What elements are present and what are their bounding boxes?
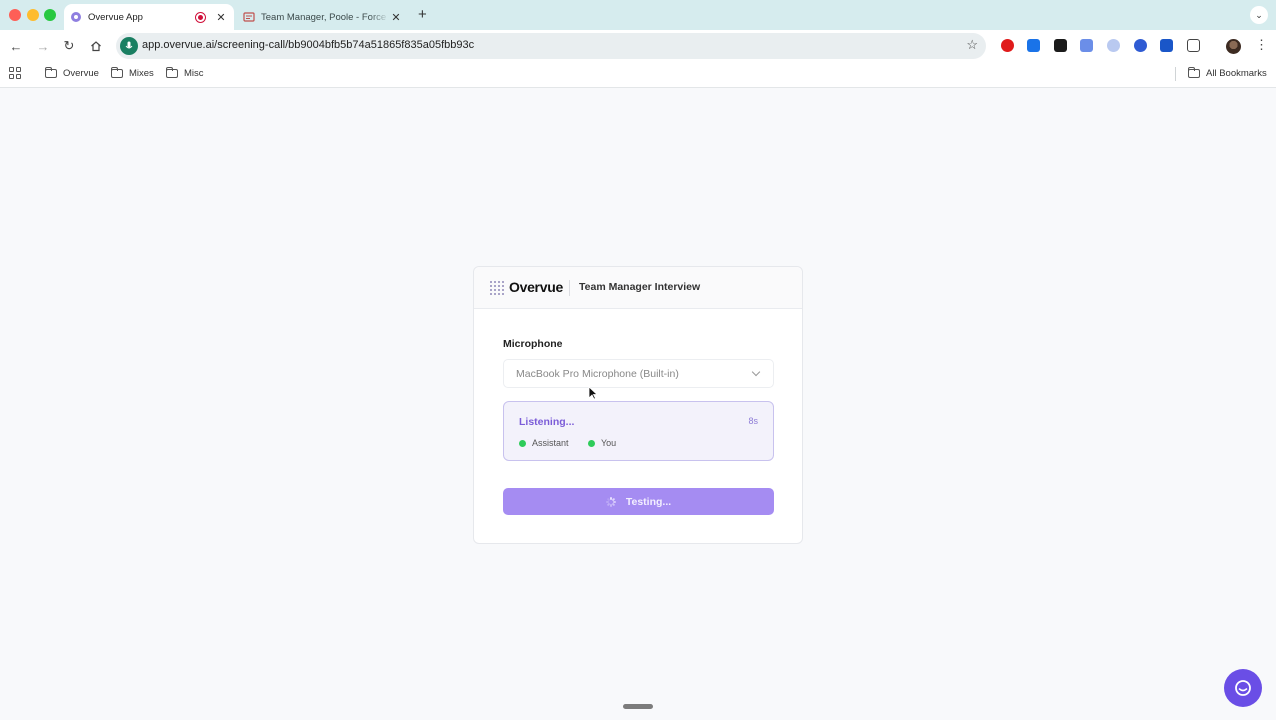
listening-panel: Listening... 8s Assistant You [503, 401, 774, 461]
home-icon[interactable] [88, 38, 104, 54]
url-text: app.overvue.ai/screening-call/bb9004bfb5… [142, 39, 475, 51]
listening-timer: 8s [748, 416, 758, 426]
microphone-select[interactable]: MacBook Pro Microphone (Built-in) [503, 359, 774, 388]
browser-toolbar: ← → ↻ app.overvue.ai/screening-call/bb90… [0, 30, 1276, 62]
folder-icon [111, 67, 123, 78]
testing-button[interactable]: Testing... [503, 488, 774, 515]
you-indicator: You [588, 438, 616, 448]
tab-search-chevron-icon[interactable]: ⌄ [1250, 6, 1268, 24]
folder-icon [45, 67, 57, 78]
back-arrow-icon[interactable]: ← [8, 38, 24, 54]
mic-test-card: Overvue Team Manager Interview Microphon… [473, 266, 803, 544]
microphone-label: Microphone [503, 338, 563, 350]
tab-strip: Overvue App ✕ Team Manager, Poole - Forc… [0, 0, 1276, 30]
salesforce-favicon-icon [243, 11, 255, 23]
assistant-label: Assistant [532, 438, 569, 448]
extension-gear-icon[interactable] [1160, 39, 1173, 52]
forward-arrow-icon[interactable]: → [35, 38, 51, 54]
reload-icon[interactable]: ↻ [61, 38, 77, 54]
address-bar[interactable]: app.overvue.ai/screening-call/bb9004bfb5… [116, 33, 986, 59]
all-bookmarks-button[interactable]: All Bookmarks [1188, 67, 1267, 79]
microphone-in-use-icon[interactable] [120, 37, 138, 55]
close-tab-icon[interactable]: ✕ [389, 11, 403, 24]
chat-icon [1235, 680, 1251, 696]
folder-icon [1188, 67, 1200, 78]
extension-dark-icon[interactable] [1054, 39, 1067, 52]
apps-grid-icon[interactable] [9, 67, 21, 79]
bookmark-label: Mixes [129, 68, 154, 79]
testing-button-label: Testing... [625, 495, 672, 508]
profile-avatar[interactable] [1226, 39, 1241, 54]
browser-menu-icon[interactable]: ⋮ [1255, 37, 1268, 53]
search-extension-icon[interactable] [1107, 39, 1120, 52]
close-tab-icon[interactable]: ✕ [214, 11, 228, 24]
assistant-indicator: Assistant [519, 438, 569, 448]
folder-icon [166, 67, 178, 78]
bookmark-folder-mixes[interactable]: Mixes [111, 67, 154, 79]
recording-icon [195, 11, 206, 23]
bookmark-star-icon[interactable]: ☆ [966, 37, 978, 53]
tab-overvue-app[interactable]: Overvue App ✕ [64, 4, 234, 30]
extensions-puzzle-icon[interactable] [1187, 39, 1200, 52]
extension-blue-icon[interactable] [1027, 39, 1040, 52]
status-dot-icon [588, 439, 595, 447]
listening-status: Listening... [519, 416, 575, 428]
spinner-icon [605, 496, 616, 507]
new-tab-button[interactable]: + [418, 6, 427, 23]
bookmark-folder-overvue[interactable]: Overvue [45, 67, 99, 79]
overvue-favicon-icon [70, 11, 82, 23]
chevron-down-icon [751, 367, 761, 377]
bookmark-label: Overvue [63, 68, 99, 79]
minimize-window-button[interactable] [27, 9, 39, 21]
card-header: Overvue Team Manager Interview [474, 267, 802, 309]
close-window-button[interactable] [9, 9, 21, 21]
scroll-indicator [623, 704, 653, 709]
interview-title: Team Manager Interview [579, 281, 701, 293]
bookmark-label: Misc [184, 68, 204, 79]
tab-title: Team Manager, Poole - Force [261, 11, 387, 23]
header-divider [569, 280, 570, 296]
extension-circle-icon[interactable] [1134, 39, 1147, 52]
support-chat-button[interactable] [1224, 669, 1262, 707]
tab-team-manager[interactable]: Team Manager, Poole - Force ✕ [237, 4, 409, 30]
bookmark-folder-misc[interactable]: Misc [166, 67, 204, 79]
bookmark-label: All Bookmarks [1206, 68, 1267, 79]
tab-title: Overvue App [88, 11, 143, 23]
overvue-logo-icon [490, 281, 504, 295]
fullscreen-window-button[interactable] [44, 9, 56, 21]
brand-name: Overvue [509, 279, 563, 295]
opera-extension-icon[interactable] [1001, 39, 1014, 52]
translate-extension-icon[interactable] [1080, 39, 1093, 52]
status-dot-icon [519, 439, 526, 447]
you-label: You [601, 438, 617, 448]
microphone-select-value: MacBook Pro Microphone (Built-in) [516, 368, 679, 380]
bookmarks-divider [1175, 67, 1176, 81]
